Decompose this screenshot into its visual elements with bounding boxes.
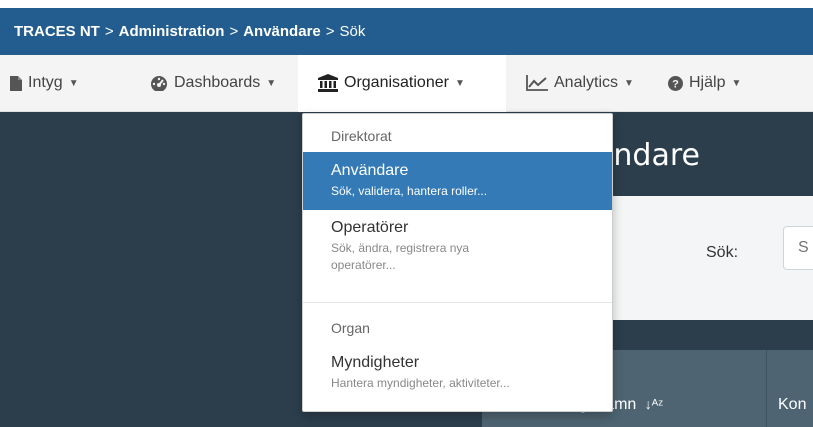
breadcrumb-item-sok: Sök: [339, 23, 366, 40]
nav-item-label: Intyg: [28, 74, 63, 91]
nav-item-label: Dashboards: [174, 74, 261, 91]
nav-item-label: Organisationer: [344, 74, 449, 91]
caret-down-icon: ▼: [266, 77, 277, 89]
nav-item-organisationer[interactable]: Organisationer ▼: [298, 54, 506, 112]
breadcrumb-separator: >: [325, 23, 335, 40]
breadcrumb-separator: >: [229, 23, 239, 40]
institution-icon: [318, 74, 338, 92]
caret-down-icon: ▼: [624, 77, 634, 89]
search-input[interactable]: [783, 226, 813, 270]
question-circle-icon: ?: [668, 75, 683, 91]
dropdown-item-title: Användare: [331, 162, 409, 179]
breadcrumb: TRACES NT > Administration > Användare >…: [0, 8, 813, 55]
nav-item-analytics[interactable]: Analytics ▼: [506, 55, 654, 112]
nav-item-label: Hjälp: [689, 74, 726, 91]
dropdown-section-header: Direktorat: [331, 128, 392, 144]
breadcrumb-item-anvandare[interactable]: Användare: [243, 23, 321, 40]
nav-item-hjalp[interactable]: ? Hjälp ▼: [654, 55, 755, 112]
line-chart-icon: [526, 75, 548, 91]
column-header-kontakt[interactable]: Kon: [778, 396, 806, 414]
breadcrumb-item-administration[interactable]: Administration: [119, 23, 225, 40]
organisationer-dropdown-menu: Direktorat Användare Sök, validera, hant…: [302, 113, 613, 412]
dropdown-item-title: Myndigheter: [331, 354, 420, 371]
caret-down-icon: ▼: [68, 77, 79, 89]
dropdown-item-myndigheter[interactable]: Myndigheter Hantera myndigheter, aktivit…: [303, 348, 612, 404]
dropdown-section-header: Organ: [331, 320, 370, 336]
dropdown-item-desc: Hantera myndigheter, aktiviteter...: [331, 376, 510, 390]
column-divider: [766, 350, 767, 427]
breadcrumb-separator: >: [104, 23, 114, 40]
nav-item-intyg[interactable]: Intyg ▼: [0, 55, 122, 112]
dropdown-item-title: Operatörer: [331, 219, 409, 236]
dropdown-item-operatorer[interactable]: Operatörer Sök, ändra, registrera nya op…: [303, 213, 612, 293]
file-icon: [10, 75, 22, 91]
top-strip: [0, 0, 813, 8]
dropdown-item-desc: Sök, ändra, registrera nya operatörer...: [331, 241, 470, 272]
nav-item-dashboards[interactable]: Dashboards ▼: [122, 55, 298, 112]
dashboard-icon: [150, 75, 168, 91]
dropdown-divider: [303, 302, 612, 303]
dropdown-item-anvandare[interactable]: Användare Sök, validera, hantera roller.…: [303, 152, 612, 210]
nav-item-label: Analytics: [554, 74, 619, 91]
main-navbar: Intyg ▼ Dashboards ▼ Organisationer ▼ An…: [0, 54, 813, 112]
svg-text:?: ?: [672, 78, 679, 90]
search-label: Sök:: [706, 244, 739, 261]
dropdown-item-desc: Sök, validera, hantera roller...: [331, 184, 488, 198]
caret-down-icon: ▼: [731, 77, 742, 89]
sort-alpha-icon: ↓ᴬᶻ: [644, 396, 664, 412]
breadcrumb-app-link[interactable]: TRACES NT: [14, 23, 100, 40]
caret-down-icon: ▼: [454, 77, 465, 89]
